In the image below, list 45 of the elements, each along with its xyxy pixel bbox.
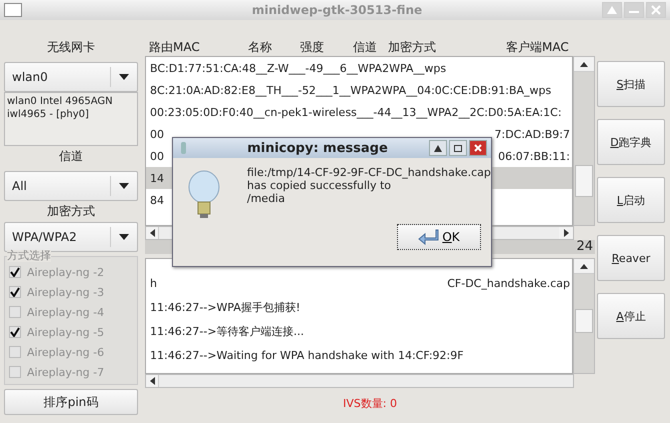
column-header: 信道 xyxy=(353,39,377,56)
row-text: 00:23:05:0D:F0:40__cn-pek1-wireless___-44__13__WPA2__2C:D0:5A:EA:1C: xyxy=(150,106,562,118)
column-header: 强度 xyxy=(300,39,324,56)
action-button[interactable]: A停止 xyxy=(597,293,665,339)
checkbox-label: Aireplay-ng -7 xyxy=(27,366,104,378)
dialog-message: file:/tmp/14-CF-92-9F-CF-DC_handshake.cap has copied successfully to /media xyxy=(247,166,491,207)
network-row[interactable]: 8C:21:0A:AD:82:E8__TH___-52___1__WPA2WPA__04:0C:CE:DB:91:BA_wps xyxy=(146,79,572,101)
card-info: wlan0 Intel 4965AGN iwl4965 - [phy0] xyxy=(4,92,138,146)
checkbox-label: Aireplay-ng -5 xyxy=(27,326,104,338)
row-text: 14 xyxy=(150,172,164,184)
window-title: minidwep-gtk-30513-fine xyxy=(250,3,424,17)
checkbox-label: Aireplay-ng -6 xyxy=(27,346,104,358)
dialog-title: minicopy: message xyxy=(246,140,389,156)
ok-button[interactable]: OK xyxy=(397,224,481,250)
field-label: 加密方式 xyxy=(46,203,96,220)
row-text: 8C:21:0A:AD:82:E8__TH___-52___1__WPA2WPA__04:0C:CE:DB:91:BA_wps xyxy=(150,84,552,96)
column-header: 加密方式 xyxy=(388,39,436,56)
log-line: 11:46:27-->Waiting for WPA handshake with 14:CF:92:9F xyxy=(150,348,464,362)
card-dropdown[interactable]: wlan0 xyxy=(4,62,138,92)
action-button[interactable]: S扫描 xyxy=(597,61,665,107)
field-label: 无线网卡 xyxy=(46,39,96,56)
checkbox-label: Aireplay-ng -2 xyxy=(27,266,104,278)
network-row[interactable]: BC:D1:77:51:CA:48__Z-W___-49___6__WPA2WPA__wps xyxy=(146,57,572,79)
checkbox-label: Aireplay-ng -4 xyxy=(27,306,104,318)
action-button[interactable]: D跑字典 xyxy=(597,119,665,165)
field-label: 信道 xyxy=(58,148,84,165)
action-button[interactable]: Reaver xyxy=(597,235,665,281)
sort-pin-button[interactable]: 排序pin码 xyxy=(4,389,138,415)
channel-dropdown[interactable]: All xyxy=(4,171,138,201)
log-line: 11:46:27-->WPA握手包捕获! xyxy=(150,300,300,314)
column-header: 名称 xyxy=(248,39,272,56)
column-header: 客户端MAC xyxy=(506,39,569,56)
network-row[interactable]: 00:23:05:0D:F0:40__cn-pek1-wireless___-44__13__WPA2__2C:D0:5A:EA:1C: xyxy=(146,101,572,123)
log-line: 11:46:27-->等待客户端连接... xyxy=(150,324,304,338)
log-line: CF-DC_handshake.cap xyxy=(447,276,571,290)
checkbox-label: Aireplay-ng -3 xyxy=(27,286,104,298)
group-title: 方式选择 xyxy=(7,250,51,262)
row-text: 00 xyxy=(150,128,164,140)
row-text: 7:DC:AD:B9:7 xyxy=(494,128,571,140)
row-text: BC:D1:77:51:CA:48__Z-W___-49___6__WPA2WPA__wps xyxy=(150,62,446,74)
count-label: 24 xyxy=(576,240,594,254)
ivs-count: IVS数量: 0 xyxy=(342,396,398,411)
column-header: 路由MAC xyxy=(149,39,200,56)
action-button[interactable]: L启动 xyxy=(597,177,665,223)
log-line: h xyxy=(150,276,157,290)
